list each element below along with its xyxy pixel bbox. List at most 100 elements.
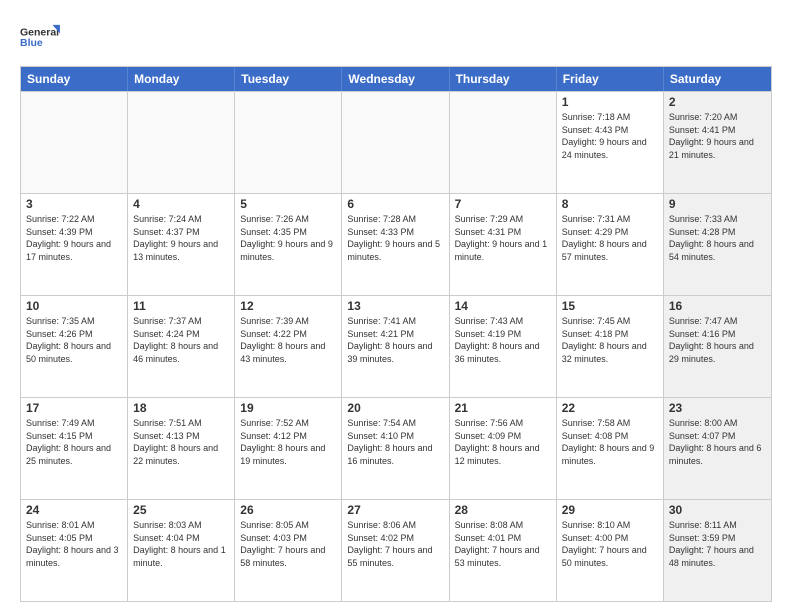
day-info: Sunrise: 7:33 AM Sunset: 4:28 PM Dayligh… <box>669 213 766 263</box>
cal-cell-2-3: 13 Sunrise: 7:41 AM Sunset: 4:21 PM Dayli… <box>342 296 449 397</box>
day-number: 12 <box>240 299 336 313</box>
day-info: Sunrise: 7:49 AM Sunset: 4:15 PM Dayligh… <box>26 417 122 467</box>
cal-cell-1-1: 4Sunrise: 7:24 AM Sunset: 4:37 PM Daylig… <box>128 194 235 295</box>
logo-svg: General Blue <box>20 16 62 58</box>
logo: General Blue <box>20 16 62 58</box>
day-number: 24 <box>26 503 122 517</box>
header-day-sunday: Sunday <box>21 67 128 91</box>
cal-cell-1-0: 3 Sunrise: 7:22 AM Sunset: 4:39 PM Daylig… <box>21 194 128 295</box>
day-number: 18 <box>133 401 229 415</box>
cal-cell-0-2 <box>235 92 342 193</box>
day-info: Sunrise: 7:22 AM Sunset: 4:39 PM Dayligh… <box>26 213 122 263</box>
day-info: Sunrise: 7:37 AM Sunset: 4:24 PM Dayligh… <box>133 315 229 365</box>
calendar: SundayMondayTuesdayWednesdayThursdayFrid… <box>20 66 772 602</box>
cal-cell-0-1 <box>128 92 235 193</box>
cal-cell-4-5: 29Sunrise: 8:10 AM Sunset: 4:00 PM Dayli… <box>557 500 664 601</box>
cal-cell-0-4 <box>450 92 557 193</box>
cal-cell-2-4: 14 Sunrise: 7:43 AM Sunset: 4:19 PM Dayli… <box>450 296 557 397</box>
cal-cell-0-5: 1 Sunrise: 7:18 AM Sunset: 4:43 PM Daylig… <box>557 92 664 193</box>
day-number: 5 <box>240 197 336 211</box>
cal-cell-4-3: 27 Sunrise: 8:06 AM Sunset: 4:02 PM Dayli… <box>342 500 449 601</box>
cal-cell-3-5: 22 Sunrise: 7:58 AM Sunset: 4:08 PM Dayli… <box>557 398 664 499</box>
day-info: Sunrise: 7:26 AM Sunset: 4:35 PM Dayligh… <box>240 213 336 263</box>
week-row-4: 17 Sunrise: 7:49 AM Sunset: 4:15 PM Dayli… <box>21 397 771 499</box>
day-number: 21 <box>455 401 551 415</box>
cal-cell-1-3: 6Sunrise: 7:28 AM Sunset: 4:33 PM Daylig… <box>342 194 449 295</box>
day-info: Sunrise: 8:00 AM Sunset: 4:07 PM Dayligh… <box>669 417 766 467</box>
day-number: 29 <box>562 503 658 517</box>
cal-cell-1-6: 9Sunrise: 7:33 AM Sunset: 4:28 PM Daylig… <box>664 194 771 295</box>
day-number: 3 <box>26 197 122 211</box>
day-number: 8 <box>562 197 658 211</box>
cal-cell-4-0: 24 Sunrise: 8:01 AM Sunset: 4:05 PM Dayli… <box>21 500 128 601</box>
day-number: 20 <box>347 401 443 415</box>
week-row-1: 1 Sunrise: 7:18 AM Sunset: 4:43 PM Daylig… <box>21 91 771 193</box>
day-info: Sunrise: 7:39 AM Sunset: 4:22 PM Dayligh… <box>240 315 336 365</box>
cal-cell-3-1: 18 Sunrise: 7:51 AM Sunset: 4:13 PM Dayli… <box>128 398 235 499</box>
day-number: 16 <box>669 299 766 313</box>
day-info: Sunrise: 7:35 AM Sunset: 4:26 PM Dayligh… <box>26 315 122 365</box>
day-info: Sunrise: 8:08 AM Sunset: 4:01 PM Dayligh… <box>455 519 551 569</box>
cal-cell-4-2: 26 Sunrise: 8:05 AM Sunset: 4:03 PM Dayli… <box>235 500 342 601</box>
week-row-3: 10Sunrise: 7:35 AM Sunset: 4:26 PM Dayli… <box>21 295 771 397</box>
day-info: Sunrise: 7:43 AM Sunset: 4:19 PM Dayligh… <box>455 315 551 365</box>
day-info: Sunrise: 8:03 AM Sunset: 4:04 PM Dayligh… <box>133 519 229 569</box>
cal-cell-1-2: 5 Sunrise: 7:26 AM Sunset: 4:35 PM Daylig… <box>235 194 342 295</box>
day-info: Sunrise: 7:47 AM Sunset: 4:16 PM Dayligh… <box>669 315 766 365</box>
cal-cell-2-0: 10Sunrise: 7:35 AM Sunset: 4:26 PM Dayli… <box>21 296 128 397</box>
day-info: Sunrise: 7:54 AM Sunset: 4:10 PM Dayligh… <box>347 417 443 467</box>
day-info: Sunrise: 8:01 AM Sunset: 4:05 PM Dayligh… <box>26 519 122 569</box>
day-info: Sunrise: 7:20 AM Sunset: 4:41 PM Dayligh… <box>669 111 766 161</box>
cal-cell-2-1: 11 Sunrise: 7:37 AM Sunset: 4:24 PM Dayli… <box>128 296 235 397</box>
cal-cell-4-4: 28 Sunrise: 8:08 AM Sunset: 4:01 PM Dayli… <box>450 500 557 601</box>
cal-cell-2-2: 12 Sunrise: 7:39 AM Sunset: 4:22 PM Dayli… <box>235 296 342 397</box>
day-number: 17 <box>26 401 122 415</box>
day-number: 19 <box>240 401 336 415</box>
day-number: 25 <box>133 503 229 517</box>
cal-cell-1-5: 8 Sunrise: 7:31 AM Sunset: 4:29 PM Daylig… <box>557 194 664 295</box>
cal-cell-3-3: 20 Sunrise: 7:54 AM Sunset: 4:10 PM Dayli… <box>342 398 449 499</box>
day-number: 28 <box>455 503 551 517</box>
day-number: 7 <box>455 197 551 211</box>
cal-cell-0-6: 2 Sunrise: 7:20 AM Sunset: 4:41 PM Daylig… <box>664 92 771 193</box>
day-info: Sunrise: 8:06 AM Sunset: 4:02 PM Dayligh… <box>347 519 443 569</box>
cal-cell-2-6: 16 Sunrise: 7:47 AM Sunset: 4:16 PM Dayli… <box>664 296 771 397</box>
header-day-saturday: Saturday <box>664 67 771 91</box>
day-info: Sunrise: 7:51 AM Sunset: 4:13 PM Dayligh… <box>133 417 229 467</box>
day-number: 27 <box>347 503 443 517</box>
day-number: 11 <box>133 299 229 313</box>
cal-cell-4-6: 30 Sunrise: 8:11 AM Sunset: 3:59 PM Dayli… <box>664 500 771 601</box>
day-number: 13 <box>347 299 443 313</box>
cal-cell-2-5: 15Sunrise: 7:45 AM Sunset: 4:18 PM Dayli… <box>557 296 664 397</box>
day-number: 1 <box>562 95 658 109</box>
day-info: Sunrise: 7:56 AM Sunset: 4:09 PM Dayligh… <box>455 417 551 467</box>
day-number: 2 <box>669 95 766 109</box>
header-day-friday: Friday <box>557 67 664 91</box>
day-info: Sunrise: 7:41 AM Sunset: 4:21 PM Dayligh… <box>347 315 443 365</box>
day-info: Sunrise: 7:52 AM Sunset: 4:12 PM Dayligh… <box>240 417 336 467</box>
week-row-5: 24 Sunrise: 8:01 AM Sunset: 4:05 PM Dayli… <box>21 499 771 601</box>
calendar-body: 1 Sunrise: 7:18 AM Sunset: 4:43 PM Daylig… <box>21 91 771 601</box>
day-info: Sunrise: 8:05 AM Sunset: 4:03 PM Dayligh… <box>240 519 336 569</box>
day-number: 23 <box>669 401 766 415</box>
day-number: 26 <box>240 503 336 517</box>
week-row-2: 3 Sunrise: 7:22 AM Sunset: 4:39 PM Daylig… <box>21 193 771 295</box>
day-number: 22 <box>562 401 658 415</box>
day-info: Sunrise: 7:45 AM Sunset: 4:18 PM Dayligh… <box>562 315 658 365</box>
svg-text:Blue: Blue <box>20 37 43 49</box>
header-day-tuesday: Tuesday <box>235 67 342 91</box>
day-number: 14 <box>455 299 551 313</box>
header-day-thursday: Thursday <box>450 67 557 91</box>
day-info: Sunrise: 7:29 AM Sunset: 4:31 PM Dayligh… <box>455 213 551 263</box>
day-info: Sunrise: 7:28 AM Sunset: 4:33 PM Dayligh… <box>347 213 443 263</box>
day-info: Sunrise: 8:11 AM Sunset: 3:59 PM Dayligh… <box>669 519 766 569</box>
calendar-header: SundayMondayTuesdayWednesdayThursdayFrid… <box>21 67 771 91</box>
day-info: Sunrise: 7:24 AM Sunset: 4:37 PM Dayligh… <box>133 213 229 263</box>
header: General Blue <box>20 16 772 58</box>
day-info: Sunrise: 7:31 AM Sunset: 4:29 PM Dayligh… <box>562 213 658 263</box>
day-info: Sunrise: 7:58 AM Sunset: 4:08 PM Dayligh… <box>562 417 658 467</box>
header-day-monday: Monday <box>128 67 235 91</box>
cal-cell-4-1: 25 Sunrise: 8:03 AM Sunset: 4:04 PM Dayli… <box>128 500 235 601</box>
day-number: 30 <box>669 503 766 517</box>
day-info: Sunrise: 7:18 AM Sunset: 4:43 PM Dayligh… <box>562 111 658 161</box>
